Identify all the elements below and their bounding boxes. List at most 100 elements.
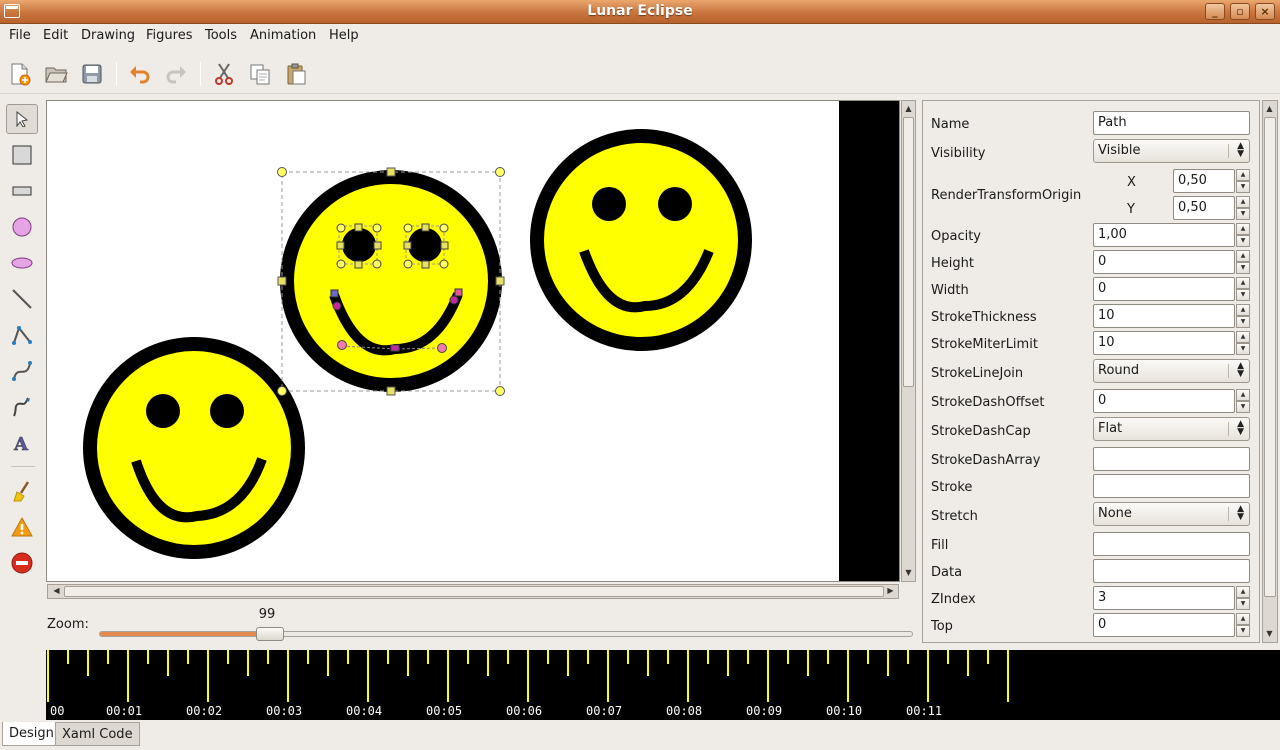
polyline-icon[interactable] [6,320,38,350]
timeline-label: 00:06 [506,704,543,718]
prop-stroke-dash-cap-select[interactable]: Flat ▲ ▼ [1093,417,1250,441]
smiley-right[interactable] [530,129,752,351]
menu-edit[interactable]: Edit [43,28,68,43]
scroll-left-icon[interactable]: ◀ [50,586,63,595]
properties-scroll-thumb[interactable] [1264,117,1276,597]
paste-icon[interactable] [284,62,308,86]
save-icon[interactable] [80,62,104,86]
svg-text:A: A [13,434,29,454]
canvas-drawing[interactable] [47,101,900,582]
prop-stroke-dash-array-input[interactable] [1093,447,1250,471]
tab-xaml-code[interactable]: Xaml Code [55,722,140,746]
prop-stroke-miter-limit-input[interactable]: 10 [1093,331,1235,355]
close-icon[interactable]: × [1255,3,1275,20]
prop-opacity-input[interactable]: 1,00 [1093,223,1235,247]
new-document-icon[interactable] [8,62,32,86]
menu-drawing[interactable]: Drawing [81,28,135,43]
prop-stroke-thickness-input[interactable]: 10 [1093,304,1235,328]
prop-stroke-dash-cap-label: StrokeDashCap [931,424,1031,439]
prop-height-spinner[interactable]: ▲ ▼ [1236,250,1250,274]
prop-width-spinner[interactable]: ▲ ▼ [1236,277,1250,301]
timeline-label: 00:04 [346,704,383,718]
menu-figures[interactable]: Figures [146,28,192,43]
menu-file[interactable]: File [9,28,31,43]
prop-zindex-input[interactable]: 3 [1093,586,1235,610]
prop-data-input[interactable] [1093,559,1250,583]
properties-scrollbar[interactable]: ▲ ▼ [1262,100,1278,643]
zoom-slider[interactable] [99,627,913,641]
smiley-left[interactable] [83,337,305,559]
prop-width-label: Width [931,283,969,298]
combo-arrows-icon: ▲ ▼ [1237,141,1244,159]
redo-icon[interactable] [164,62,188,86]
stop-icon[interactable] [6,548,38,578]
scroll-down-icon[interactable]: ▼ [1263,629,1276,638]
prop-visibility-value: Visible [1098,143,1141,158]
scroll-up-icon[interactable]: ▲ [1263,104,1276,113]
prop-stroke-dash-offset-spinner[interactable]: ▲ ▼ [1236,389,1250,413]
prop-stroke-dash-offset-label: StrokeDashOffset [931,395,1045,410]
prop-stroke-label: Stroke [931,480,973,495]
timeline-label: 00:08 [666,704,703,718]
timeline-ruler [47,650,1009,702]
prop-stretch-select[interactable]: None ▲ ▼ [1093,502,1250,526]
timeline-label: 00:01 [106,704,143,718]
toolbar [0,50,1280,94]
zoom-slider-thumb[interactable] [256,627,285,641]
broom-icon[interactable] [6,476,38,506]
smiley-selected[interactable] [280,170,502,392]
ellipse-icon[interactable] [6,248,38,278]
prop-visibility-select[interactable]: Visible ▲ ▼ [1093,139,1250,163]
minimize-icon[interactable]: _ [1205,3,1225,20]
horizontal-scroll-thumb[interactable] [64,586,884,597]
bezier-icon[interactable] [6,356,38,386]
canvas-vertical-scrollbar[interactable]: ▲ ▼ [901,100,916,582]
copy-icon[interactable] [248,62,272,86]
prop-stroke-thickness-spinner[interactable]: ▲ ▼ [1236,304,1250,328]
tab-design[interactable]: Design [2,722,61,746]
prop-stroke-line-join-select[interactable]: Round ▲ ▼ [1093,359,1250,383]
circle-icon[interactable] [6,212,38,242]
rectangle-icon[interactable] [6,140,38,170]
line-icon[interactable] [6,284,38,314]
menu-tools[interactable]: Tools [205,28,237,43]
design-canvas[interactable] [46,100,900,582]
prop-width-input[interactable]: 0 [1093,277,1235,301]
prop-height-input[interactable]: 0 [1093,250,1235,274]
scroll-up-icon[interactable]: ▲ [902,104,915,113]
prop-stroke-input[interactable] [1093,474,1250,498]
canvas-horizontal-scrollbar[interactable]: ◀ ▶ [47,584,899,599]
combo-arrows-icon: ▲ ▼ [1237,361,1244,379]
animation-timeline[interactable]: 00 00:01 00:02 00:03 00:04 00:05 00:06 00:07 00:… [46,650,1280,720]
prop-rto-y-input[interactable]: 0,50 [1173,196,1235,220]
scroll-down-icon[interactable]: ▼ [902,568,915,577]
menu-animation[interactable]: Animation [250,28,316,43]
scroll-right-icon[interactable]: ▶ [884,586,897,595]
rounded-rectangle-icon[interactable] [6,176,38,206]
prop-zindex-label: ZIndex [931,592,976,607]
prop-name-input[interactable]: Path [1093,111,1250,135]
select-arrow-icon[interactable] [6,104,38,134]
maximize-icon[interactable]: ▫ [1230,3,1250,20]
warning-icon[interactable] [6,512,38,542]
text-icon[interactable]: A [6,428,38,458]
prop-fill-label: Fill [931,538,949,553]
vertical-scroll-thumb[interactable] [903,117,914,387]
prop-top-label: Top [931,619,953,634]
cut-icon[interactable] [212,62,236,86]
freehand-pen-icon[interactable] [6,392,38,422]
open-folder-icon[interactable] [44,62,68,86]
prop-rto-x-input[interactable]: 0,50 [1173,169,1235,193]
zoom-slider-fill [100,632,263,636]
prop-opacity-spinner[interactable]: ▲ ▼ [1236,223,1250,247]
prop-fill-input[interactable] [1093,532,1250,556]
prop-stroke-miter-limit-spinner[interactable]: ▲ ▼ [1236,331,1250,355]
prop-top-input[interactable]: 0 [1093,613,1235,637]
prop-stroke-dash-offset-input[interactable]: 0 [1093,389,1235,413]
prop-zindex-spinner[interactable]: ▲ ▼ [1236,586,1250,610]
prop-top-spinner[interactable]: ▲ ▼ [1236,613,1250,637]
undo-icon[interactable] [128,62,152,86]
menu-help[interactable]: Help [329,28,359,43]
prop-rto-y-spinner[interactable]: ▲ ▼ [1236,196,1250,220]
prop-rto-x-spinner[interactable]: ▲ ▼ [1236,169,1250,193]
